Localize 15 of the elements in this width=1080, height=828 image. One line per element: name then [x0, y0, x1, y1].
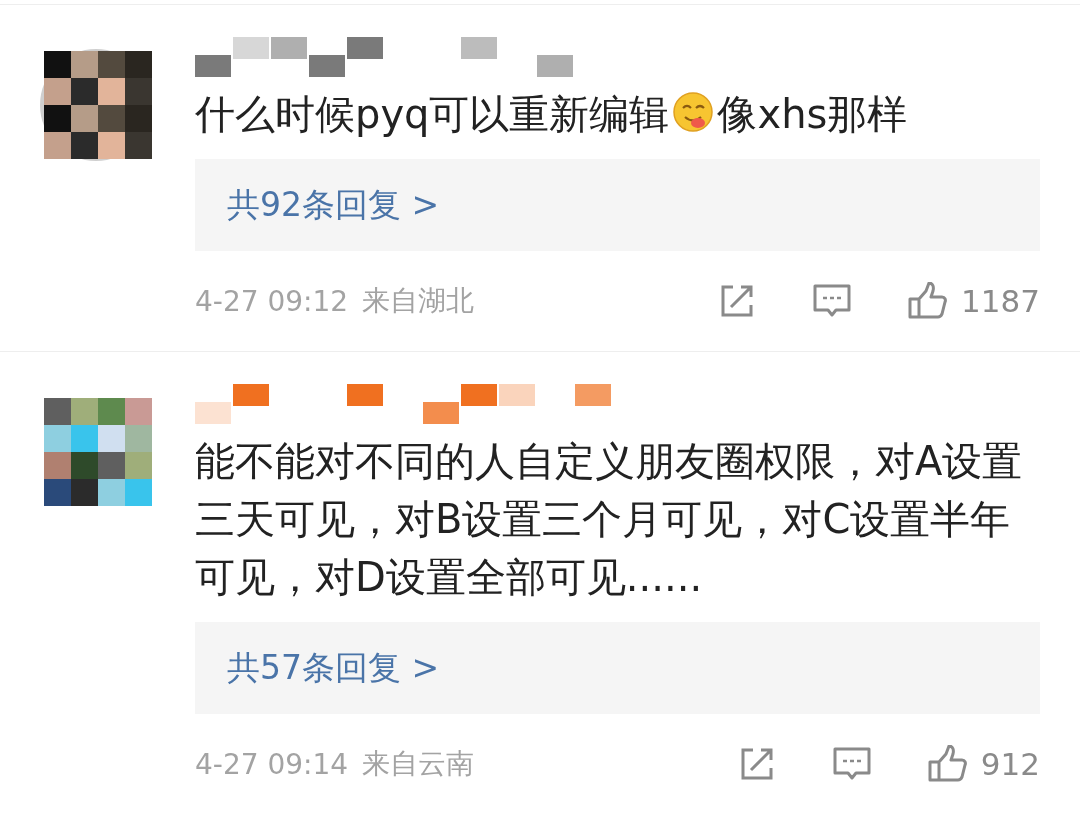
comment-location: 来自云南: [362, 746, 475, 782]
comment-time: 4-27 09:14: [195, 747, 349, 781]
comment-text: 什么时候pyq可以重新编辑 像xhs那样: [195, 89, 909, 139]
share-icon[interactable]: [719, 283, 756, 319]
comment-location: 来自湖北: [362, 283, 475, 319]
thumbs-up-icon[interactable]: [907, 282, 950, 320]
comment-icon[interactable]: [813, 283, 852, 319]
comment-text: 能不能对不同的人自定义朋友圈权限，对A设置三天可见，对B设置三个月可见，对C设置半年可见，对D设置全部可见......: [195, 437, 1024, 602]
comment-time: 4-27 09:12: [195, 284, 349, 318]
thumbs-up-icon[interactable]: [926, 745, 969, 783]
like-count: 1187: [961, 283, 1040, 319]
comment-icon[interactable]: [832, 746, 871, 782]
replies-link[interactable]: 共92条回复 >: [195, 159, 1040, 251]
like-count: 912: [980, 746, 1040, 782]
replies-link[interactable]: 共57条回复 >: [195, 622, 1040, 714]
